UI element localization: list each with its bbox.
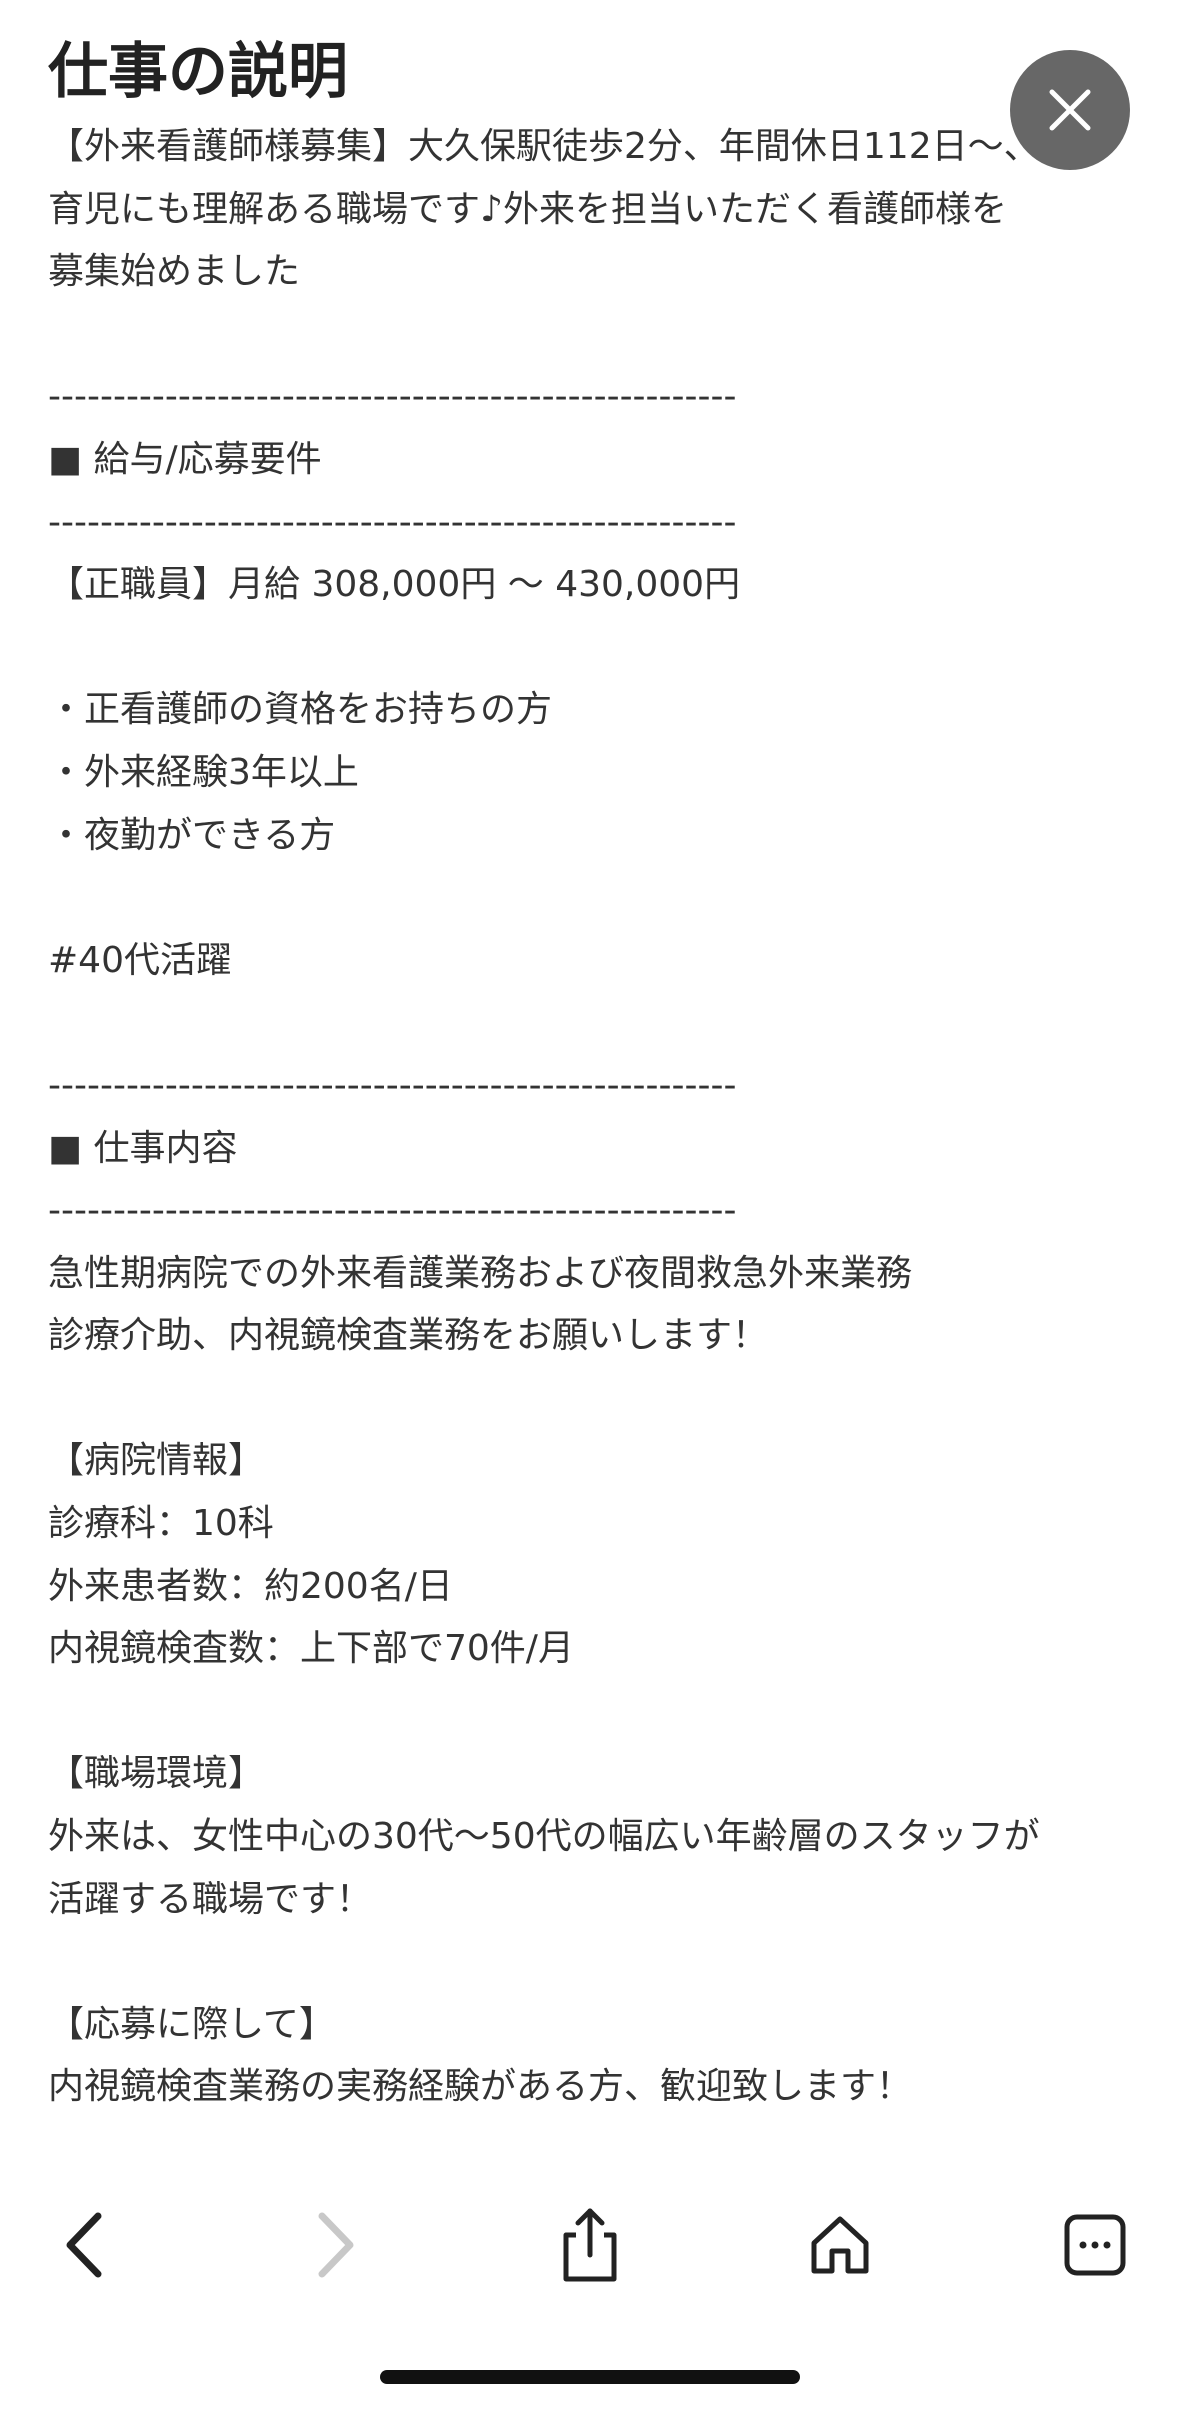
more-button[interactable]	[1050, 2200, 1140, 2290]
forward-button[interactable]	[290, 2200, 380, 2290]
home-icon	[811, 2216, 869, 2274]
description-line: ----------------------------------------…	[48, 501, 737, 543]
description-line: 診療介助、内視鏡検査業務をお願いします！	[48, 1315, 769, 1357]
description-line: #40代活躍	[48, 939, 232, 981]
description-line: ■ 給与/応募要件	[48, 438, 322, 480]
description-line: ----------------------------------------…	[48, 1190, 737, 1232]
description-line: ----------------------------------------…	[48, 376, 737, 418]
description-line: ・夜勤ができる方	[48, 814, 336, 856]
description-line: 育児にも理解ある職場です♪外来を担当いただく看護師様を	[48, 188, 1007, 230]
chevron-left-icon	[66, 2212, 102, 2278]
description-line: ・正看護師の資格をお持ちの方	[48, 689, 553, 731]
description-line: 【職場環境】	[48, 1753, 265, 1795]
description-line: ----------------------------------------…	[48, 1064, 737, 1106]
description-line: ・外来経験3年以上	[48, 751, 359, 793]
share-button[interactable]	[545, 2200, 635, 2290]
home-button[interactable]	[795, 2200, 885, 2290]
more-icon	[1064, 2214, 1126, 2276]
home-indicator	[380, 2370, 800, 2384]
description-line: 活躍する職場です！	[48, 1878, 373, 1920]
description-line: 内視鏡検査数：上下部で70件/月	[48, 1628, 574, 1670]
description-line: 急性期病院での外来看護業務および夜間救急外来業務	[48, 1252, 913, 1294]
description-line: ■ 仕事内容	[48, 1127, 238, 1169]
chevron-right-icon	[318, 2212, 354, 2278]
job-description: 仕事の説明 【外来看護師様募集】大久保駅徒歩2分、年間休日112日〜、 育児にも理…	[48, 30, 1138, 2119]
description-line: 【外来看護師様募集】大久保駅徒歩2分、年間休日112日〜、	[48, 126, 1040, 167]
page-title: 仕事の説明	[48, 37, 348, 107]
description-line: 外来患者数：約200名/日	[48, 1565, 453, 1607]
close-icon	[1049, 89, 1091, 131]
description-body: 【外来看護師様募集】大久保駅徒歩2分、年間休日112日〜、 育児にも理解ある職場で…	[48, 116, 1138, 2119]
description-line: 【応募に際して】	[48, 2003, 335, 2045]
close-button[interactable]	[1010, 50, 1130, 170]
description-line: 診療科：10科	[48, 1503, 274, 1545]
description-line: 外来は、女性中心の30代〜50代の幅広い年齢層のスタッフが	[48, 1816, 1040, 1858]
share-icon	[563, 2208, 617, 2282]
back-button[interactable]	[40, 2200, 130, 2290]
description-line: 内視鏡検査業務の実務経験がある方、歓迎致します！	[48, 2066, 913, 2108]
description-line: 募集始めました	[48, 251, 301, 293]
browser-toolbar	[0, 2170, 1179, 2310]
description-line: 【正職員】月給 308,000円 〜 430,000円	[48, 564, 741, 606]
description-line: 【病院情報】	[48, 1440, 265, 1482]
